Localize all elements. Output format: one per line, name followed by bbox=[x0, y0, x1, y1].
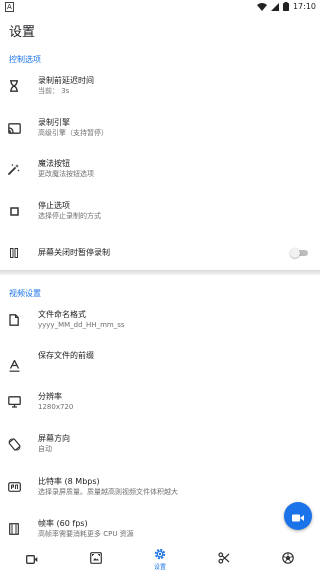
status-bar: A 17:10 bbox=[0, 0, 320, 13]
setting-recording-delay[interactable]: 录制前延迟时间 当前： 3s bbox=[0, 74, 320, 98]
section-header-video: 视频设置 bbox=[9, 289, 41, 298]
setting-subtitle: 当前： 3s bbox=[38, 87, 70, 95]
signal-icon bbox=[270, 2, 279, 11]
setting-subtitle: 高级引擎（支持暂停） bbox=[38, 129, 108, 137]
status-left-glyph: A bbox=[5, 1, 14, 12]
wifi-icon bbox=[256, 2, 267, 11]
soccer-ball-icon bbox=[282, 549, 294, 568]
setting-resolution[interactable]: 分辨率 1280x720 bbox=[0, 390, 320, 414]
video-camera-icon bbox=[292, 507, 304, 526]
nav-item-videos[interactable] bbox=[0, 544, 64, 572]
setting-title: 保存文件的前缀 bbox=[38, 351, 94, 360]
page-title: 设置 bbox=[9, 25, 36, 40]
nav-item-more[interactable] bbox=[256, 544, 320, 572]
setting-subtitle: yyyy_MM_dd_HH_mm_ss bbox=[38, 321, 125, 329]
video-icon bbox=[26, 549, 38, 568]
setting-title: 屏幕方向 bbox=[38, 434, 70, 443]
status-right: 17:10 bbox=[256, 2, 316, 11]
stop-icon bbox=[6, 203, 22, 219]
cast-icon bbox=[6, 120, 22, 136]
setting-subtitle: 更改魔法按钮选项 bbox=[38, 170, 94, 178]
setting-subtitle: 1280x720 bbox=[38, 403, 74, 411]
screenshot-icon bbox=[90, 549, 102, 568]
setting-title: 录制前延迟时间 bbox=[38, 76, 94, 85]
screen-rotation-icon bbox=[6, 436, 22, 452]
setting-title: 文件命名格式 bbox=[38, 310, 86, 319]
setting-pause-on-screen-off[interactable]: 屏幕关闭时暂停录制 bbox=[0, 246, 320, 259]
setting-file-naming[interactable]: 文件命名格式 yyyy_MM_dd_HH_mm_ss bbox=[0, 308, 320, 332]
status-time: 17:10 bbox=[292, 2, 316, 11]
setting-subtitle: 选择录屏质量。质量越高则视频文件体积越大 bbox=[38, 488, 178, 496]
setting-title: 魔法按钮 bbox=[38, 159, 70, 168]
battery-icon bbox=[282, 2, 289, 11]
nav-item-screenshots[interactable] bbox=[64, 544, 128, 572]
monitor-icon bbox=[6, 394, 22, 410]
setting-magic-button[interactable]: 魔法按钮 更改魔法按钮选项 bbox=[0, 157, 320, 181]
setting-file-prefix[interactable]: 保存文件的前缀 bbox=[0, 350, 320, 374]
nav-item-settings[interactable]: 设置 bbox=[128, 544, 192, 572]
film-icon bbox=[6, 521, 22, 537]
setting-title: 录制引擎 bbox=[38, 118, 70, 127]
hourglass-icon bbox=[6, 78, 22, 94]
setting-title: 帧率 (60 fps) bbox=[38, 519, 88, 528]
pause-icon bbox=[6, 245, 22, 261]
setting-stop-options[interactable]: 停止选项 选择停止录制的方式 bbox=[0, 199, 320, 223]
setting-screen-orientation[interactable]: 屏幕方向 自动 bbox=[0, 432, 320, 456]
setting-title: 屏幕关闭时暂停录制 bbox=[38, 248, 110, 257]
scissors-icon bbox=[218, 549, 230, 568]
text-prefix-icon bbox=[6, 358, 22, 374]
settings-icon bbox=[154, 545, 166, 564]
record-fab-button[interactable] bbox=[284, 502, 312, 530]
section-header-control: 控制选项 bbox=[9, 55, 41, 64]
nav-item-editor[interactable] bbox=[192, 544, 256, 572]
bitrate-icon bbox=[6, 479, 22, 495]
section-divider bbox=[0, 270, 320, 275]
pause-on-screen-off-toggle[interactable] bbox=[290, 248, 308, 258]
toggle-thumb bbox=[290, 248, 300, 258]
setting-title: 比特率 (8 Mbps) bbox=[38, 477, 100, 486]
setting-subtitle: 高帧率需要消耗更多 CPU 资源 bbox=[38, 530, 134, 538]
setting-title: 分辨率 bbox=[38, 392, 62, 401]
nav-label-settings: 设置 bbox=[153, 563, 166, 571]
setting-title: 停止选项 bbox=[38, 201, 70, 210]
setting-bitrate[interactable]: 比特率 (8 Mbps) 选择录屏质量。质量越高则视频文件体积越大 bbox=[0, 475, 320, 499]
magic-wand-icon bbox=[6, 161, 22, 177]
setting-subtitle: 自动 bbox=[38, 445, 52, 453]
setting-subtitle: 选择停止录制的方式 bbox=[38, 212, 101, 220]
bottom-nav: 设置 bbox=[0, 544, 320, 572]
file-icon bbox=[6, 312, 22, 328]
setting-recording-engine[interactable]: 录制引擎 高级引擎（支持暂停） bbox=[0, 116, 320, 140]
setting-frame-rate[interactable]: 帧率 (60 fps) 高帧率需要消耗更多 CPU 资源 bbox=[0, 517, 320, 541]
